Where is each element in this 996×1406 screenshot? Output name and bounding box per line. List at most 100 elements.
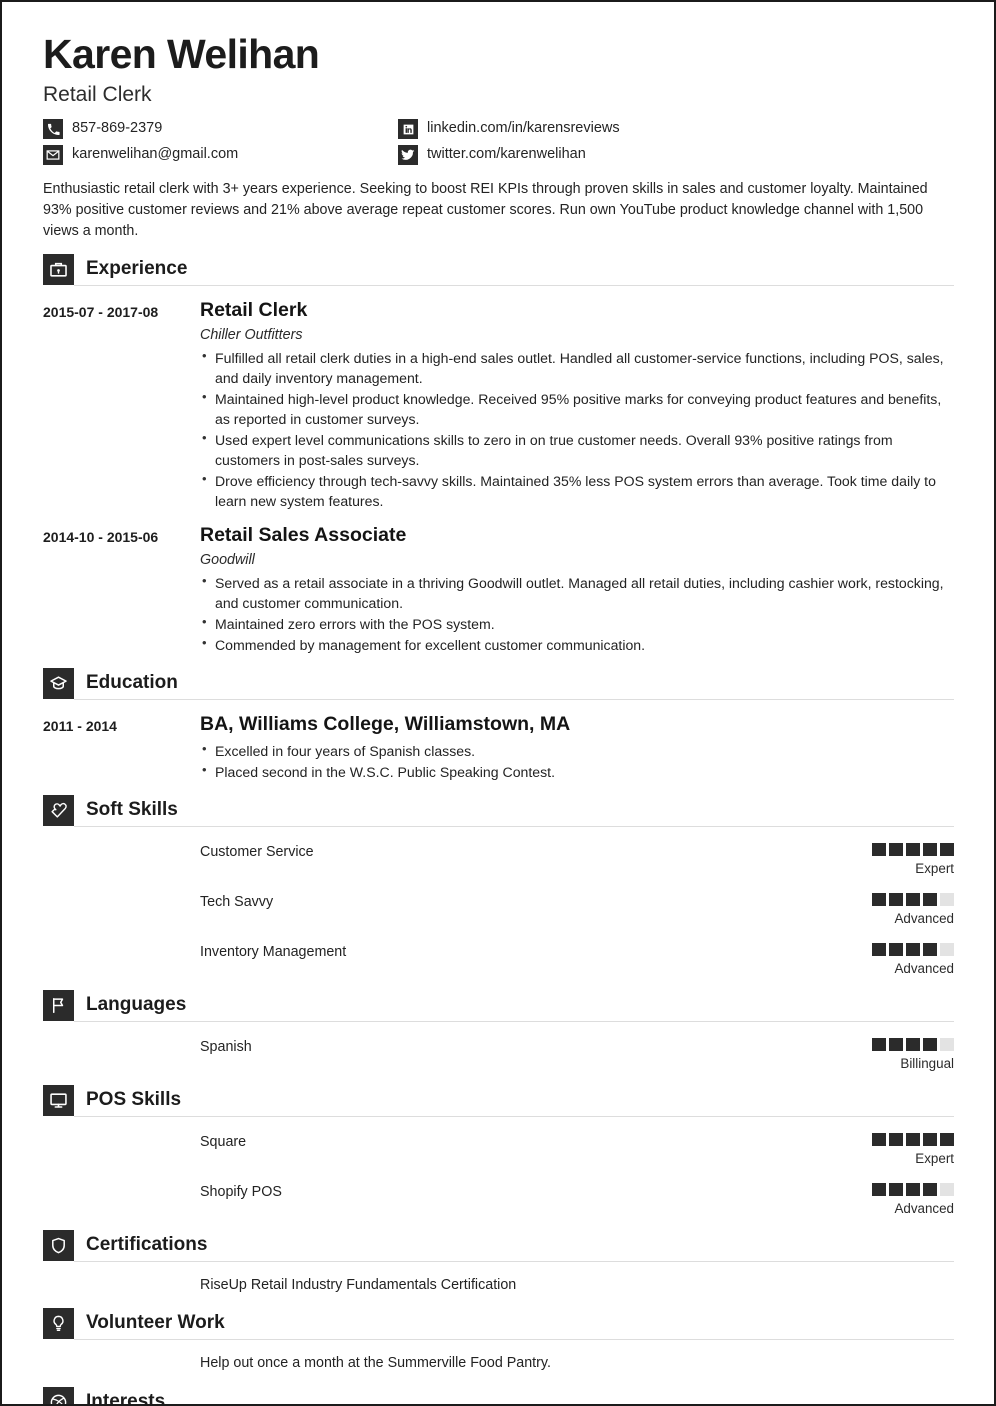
rating-square-filled (923, 942, 937, 956)
rating-label: Expert (915, 860, 954, 876)
list-item: Excelled in four years of Spanish classe… (200, 740, 954, 761)
contact-linkedin[interactable]: linkedin.com/in/karensreviews (398, 119, 954, 140)
rating-square-filled (923, 1183, 937, 1197)
rating-square-filled (889, 1183, 903, 1197)
skill-label: Inventory Management (200, 943, 347, 960)
language-rating: Billingual (834, 1037, 954, 1072)
rating-squares (834, 1183, 954, 1197)
skill-row: Shopify POS Advanced (43, 1183, 954, 1217)
entry-bullets: Fulfilled all retail clerk duties in a h… (200, 347, 954, 511)
rating-square-filled (872, 892, 886, 906)
entry-role: Retail Clerk (200, 299, 308, 322)
education-entry: 2011 - 2014 BA, Williams College, Willia… (43, 713, 954, 781)
rating-square-empty (940, 1037, 954, 1051)
section-pos-skills: POS Skills Square Expert Shopify POS Adv… (43, 1084, 954, 1217)
contact-twitter[interactable]: twitter.com/karenwelihan (398, 145, 954, 166)
entry-organization: Chiller Outfitters (200, 326, 303, 343)
contact-grid: 857-869-2379 linkedin.com/in/karensrevie… (43, 119, 954, 166)
phone-text: 857-869-2379 (72, 120, 163, 137)
section-divider (74, 825, 954, 827)
experience-entry: 2015-07 - 2017-08 Retail Clerk Chiller O… (43, 299, 954, 511)
skill-rating: Expert (834, 842, 954, 877)
section-header-volunteer-work: Volunteer Work (43, 1308, 954, 1340)
list-item: Served as a retail associate in a thrivi… (200, 572, 954, 613)
list-item: Maintained zero errors with the POS syst… (200, 613, 954, 634)
rating-square-filled (872, 1037, 886, 1051)
email-icon (43, 145, 63, 166)
list-item: Commended by management for excellent cu… (200, 634, 954, 655)
section-divider (74, 285, 954, 287)
rating-square-filled (889, 1037, 903, 1051)
rating-square-filled (923, 842, 937, 856)
skill-rating: Advanced (834, 1183, 954, 1217)
monitor-icon (43, 1084, 74, 1116)
rating-square-filled (906, 842, 920, 856)
skill-label: Shopify POS (200, 1184, 282, 1201)
contact-phone[interactable]: 857-869-2379 (43, 119, 398, 140)
list-item: Maintained high-level product knowledge.… (200, 388, 954, 429)
rating-square-empty (940, 1183, 954, 1197)
email-text: karenwelihan@gmail.com (72, 146, 239, 163)
section-title-interests: Interests (86, 1390, 166, 1406)
skill-rating: Advanced (834, 942, 954, 977)
section-divider (74, 1020, 954, 1022)
entry-bullets: Served as a retail associate in a thrivi… (200, 572, 954, 655)
summary-paragraph: Enthusiastic retail clerk with 3+ years … (43, 181, 928, 239)
section-education: Education 2011 - 2014 BA, Williams Colle… (43, 668, 954, 781)
section-divider (74, 1339, 954, 1341)
section-header-education: Education (43, 668, 954, 700)
rating-label: Advanced (894, 1201, 954, 1217)
section-title-certifications: Certifications (86, 1234, 208, 1256)
certification-row: RiseUp Retail Industry Fundamentals Cert… (43, 1276, 954, 1295)
list-item: Placed second in the W.S.C. Public Speak… (200, 761, 954, 782)
graduation-cap-icon (43, 668, 74, 700)
rating-label: Billingual (900, 1055, 954, 1071)
skill-row: Tech Savvy Advanced (43, 892, 954, 927)
basketball-icon (43, 1386, 74, 1404)
resume-header: Karen Welihan Retail Clerk 857-869-2379 … (43, 31, 954, 241)
language-row: Spanish Billingual (43, 1037, 954, 1072)
rating-square-filled (923, 892, 937, 906)
entry-bullets: Excelled in four years of Spanish classe… (200, 740, 954, 782)
skill-label: Tech Savvy (200, 893, 274, 910)
section-certifications: Certifications RiseUp Retail Industry Fu… (43, 1230, 954, 1295)
rating-squares (834, 842, 954, 856)
section-title-languages: Languages (86, 993, 187, 1015)
rating-square-filled (872, 842, 886, 856)
rating-squares (834, 1132, 954, 1146)
section-header-soft-skills: Soft Skills (43, 794, 954, 826)
section-header-interests: Interests (43, 1386, 954, 1406)
experience-entry: 2014-10 - 2015-06 Retail Sales Associate… (43, 524, 954, 655)
rating-label: Advanced (894, 910, 954, 926)
rating-square-filled (889, 1132, 903, 1146)
rating-squares (834, 942, 954, 956)
section-header-languages: Languages (43, 989, 954, 1021)
section-divider (74, 699, 954, 701)
section-interests: Interests Write and publish short fictio… (43, 1386, 954, 1406)
page-title: Karen Welihan (43, 31, 320, 77)
section-title-education: Education (86, 672, 178, 694)
rating-square-filled (889, 842, 903, 856)
rating-square-filled (872, 942, 886, 956)
list-item: Used expert level communications skills … (200, 429, 954, 470)
rating-square-filled (906, 1132, 920, 1146)
section-header-pos-skills: POS Skills (43, 1084, 954, 1116)
section-divider (74, 1261, 954, 1263)
rating-square-filled (872, 1132, 886, 1146)
entry-date: 2011 - 2014 (43, 718, 117, 735)
contact-email[interactable]: karenwelihan@gmail.com (43, 145, 398, 166)
entry-date: 2014-10 - 2015-06 (43, 529, 159, 546)
handshake-icon (43, 794, 74, 826)
twitter-icon (398, 145, 418, 166)
rating-square-filled (889, 892, 903, 906)
list-item: Drove efficiency through tech-savvy skil… (200, 470, 954, 511)
phone-icon (43, 119, 63, 140)
rating-square-filled (940, 1132, 954, 1146)
entry-degree: BA, Williams College, Williamstown, MA (200, 713, 571, 736)
entry-organization: Goodwill (200, 551, 255, 568)
entry-date: 2015-07 - 2017-08 (43, 304, 159, 321)
section-title-experience: Experience (86, 258, 188, 280)
certification-text: RiseUp Retail Industry Fundamentals Cert… (200, 1277, 517, 1294)
section-languages: Languages Spanish Billingual (43, 989, 954, 1072)
skill-rating: Expert (834, 1132, 954, 1167)
